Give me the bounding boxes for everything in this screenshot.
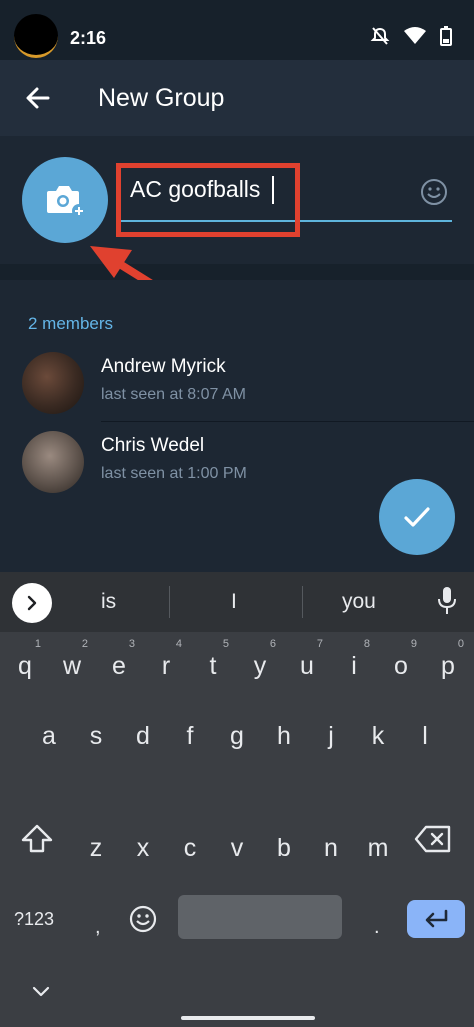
expand-toolbar-button[interactable] [12, 583, 52, 623]
key-s[interactable]: s [74, 702, 118, 762]
gesture-nav-handle[interactable] [181, 1016, 315, 1020]
key-a[interactable]: a [27, 702, 71, 762]
enter-key[interactable] [407, 900, 465, 938]
status-icons [370, 26, 452, 51]
key-j[interactable]: j [309, 702, 353, 762]
suggestion-separator [169, 586, 170, 618]
back-arrow-icon[interactable] [22, 82, 54, 114]
symbols-key[interactable]: ?123 [14, 909, 54, 930]
check-icon [404, 507, 430, 527]
wifi-icon [404, 27, 426, 50]
key-q[interactable]: 1q [3, 632, 47, 692]
suggestion-1[interactable]: is [101, 590, 116, 614]
member-name: Andrew Myrick [101, 356, 226, 377]
key-x[interactable]: x [121, 814, 165, 874]
key-l[interactable]: l [403, 702, 447, 762]
key-h[interactable]: h [262, 702, 306, 762]
key-v[interactable]: v [215, 814, 259, 874]
suggestion-3[interactable]: you [342, 590, 376, 614]
members-section: 2 members Andrew Myrick last seen at 8:0… [0, 280, 474, 572]
key-f[interactable]: f [168, 702, 212, 762]
key-b[interactable]: b [262, 814, 306, 874]
key-u[interactable]: 7u [285, 632, 329, 692]
notifications-off-icon [370, 26, 390, 51]
key-i[interactable]: 8i [332, 632, 376, 692]
member-last-seen: last seen at 1:00 PM [101, 465, 247, 482]
page-title: New Group [98, 84, 225, 112]
key-d[interactable]: d [121, 702, 165, 762]
spacebar[interactable] [178, 895, 342, 939]
status-profile-icon [14, 14, 58, 58]
enter-arrow-icon [425, 909, 448, 928]
key-c[interactable]: c [168, 814, 212, 874]
confirm-create-button[interactable] [379, 479, 455, 555]
key-r[interactable]: 4r [144, 632, 188, 692]
suggestion-2[interactable]: I [231, 590, 237, 614]
emoji-keyboard-icon[interactable] [128, 904, 158, 939]
keyboard: is I you 1q 2w 3e 4r 5t 6y 7u 8i 9o 0p a… [0, 572, 474, 1027]
battery-icon [440, 26, 452, 51]
member-name: Chris Wedel [101, 435, 205, 456]
key-n[interactable]: n [309, 814, 353, 874]
key-t[interactable]: 5t [191, 632, 235, 692]
backspace-icon[interactable] [414, 825, 452, 858]
section-divider [0, 264, 474, 280]
camera-add-icon [47, 186, 86, 217]
key-grid: 1q 2w 3e 4r 5t 6y 7u 8i 9o 0p a s d f g … [0, 632, 474, 1027]
avatar [22, 352, 84, 414]
hide-keyboard-icon[interactable] [32, 985, 50, 1003]
member-row[interactable]: Andrew Myrick last seen at 8:07 AM [0, 342, 474, 420]
shift-icon[interactable] [20, 823, 54, 860]
group-header [0, 136, 474, 264]
status-bar: 2:16 [0, 0, 474, 60]
suggestion-separator [302, 586, 303, 618]
set-group-photo-button[interactable] [22, 157, 108, 243]
avatar [22, 431, 84, 493]
microphone-icon[interactable] [436, 586, 458, 621]
app-bar: New Group [0, 60, 474, 136]
key-period[interactable]: . [374, 916, 380, 939]
highlight-box [116, 163, 300, 237]
key-m[interactable]: m [356, 814, 400, 874]
status-time: 2:16 [70, 28, 107, 48]
key-p[interactable]: 0p [426, 632, 470, 692]
key-z[interactable]: z [74, 814, 118, 874]
member-last-seen: last seen at 8:07 AM [101, 386, 246, 403]
key-k[interactable]: k [356, 702, 400, 762]
key-e[interactable]: 3e [97, 632, 141, 692]
members-count: 2 members [28, 314, 114, 333]
suggestion-bar: is I you [0, 572, 474, 632]
emoji-icon[interactable] [420, 178, 448, 206]
chevron-right-icon [27, 595, 37, 611]
key-o[interactable]: 9o [379, 632, 423, 692]
key-g[interactable]: g [215, 702, 259, 762]
key-w[interactable]: 2w [50, 632, 94, 692]
key-y[interactable]: 6y [238, 632, 282, 692]
key-comma[interactable]: , [95, 916, 101, 939]
